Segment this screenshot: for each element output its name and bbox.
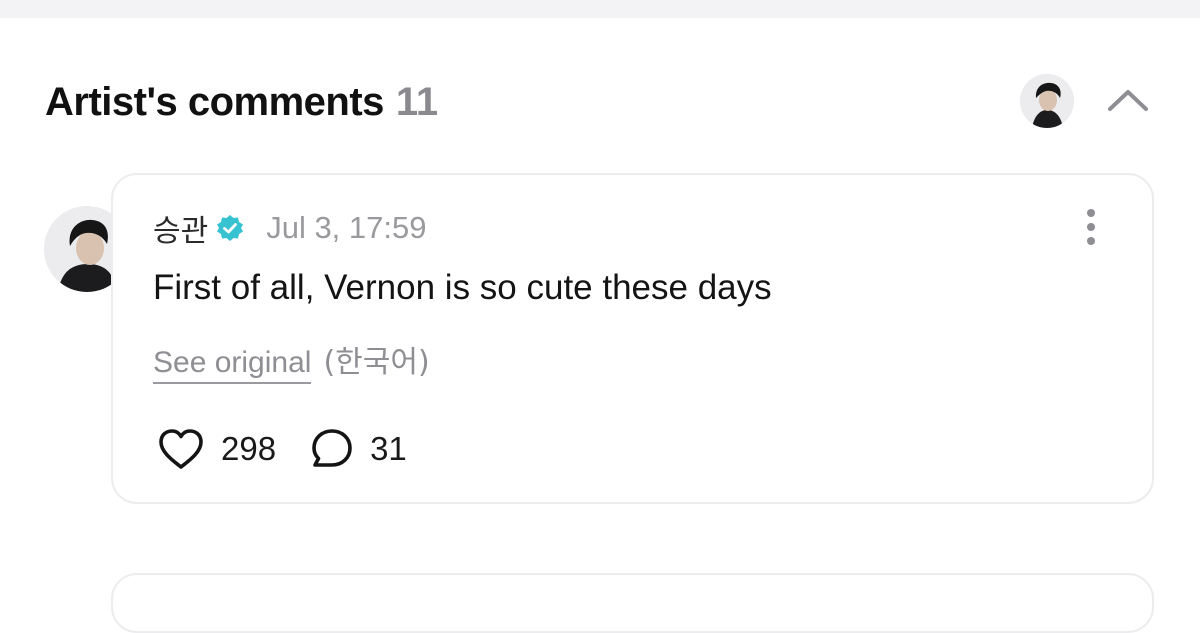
original-language-label: (한국어) (323, 345, 430, 380)
reply-count: 31 (370, 430, 407, 467)
section-header: Artist's comments 11 (45, 78, 438, 126)
comment-bubble-icon (312, 429, 352, 467)
like-button[interactable]: 298 (157, 427, 276, 471)
comment-actions: 298 31 (157, 426, 407, 472)
top-separator (0, 0, 1200, 18)
reply-button[interactable]: 31 (310, 427, 407, 471)
comment-meta: 승관 Jul 3, 17:59 (153, 206, 427, 250)
section-count: 11 (395, 79, 439, 124)
see-original-link[interactable]: See original (153, 346, 312, 384)
collapse-button[interactable] (1105, 80, 1151, 120)
comment-text: First of all, Vernon is so cute these da… (153, 268, 772, 307)
verified-badge-icon (216, 214, 244, 242)
heart-icon (159, 429, 203, 469)
section-title: Artist's comments (45, 79, 384, 124)
chevron-up-icon (1108, 90, 1148, 111)
like-count: 298 (221, 430, 277, 467)
comment-timestamp: Jul 3, 17:59 (266, 210, 427, 245)
more-vertical-icon (1087, 209, 1095, 217)
artist-avatar[interactable] (1020, 74, 1074, 128)
next-comment-card (111, 573, 1154, 633)
see-original-row: See original (한국어) (153, 337, 430, 384)
avatar-image (1020, 74, 1074, 128)
author-name[interactable]: 승관 (153, 206, 208, 250)
more-options-button[interactable] (1076, 205, 1106, 249)
